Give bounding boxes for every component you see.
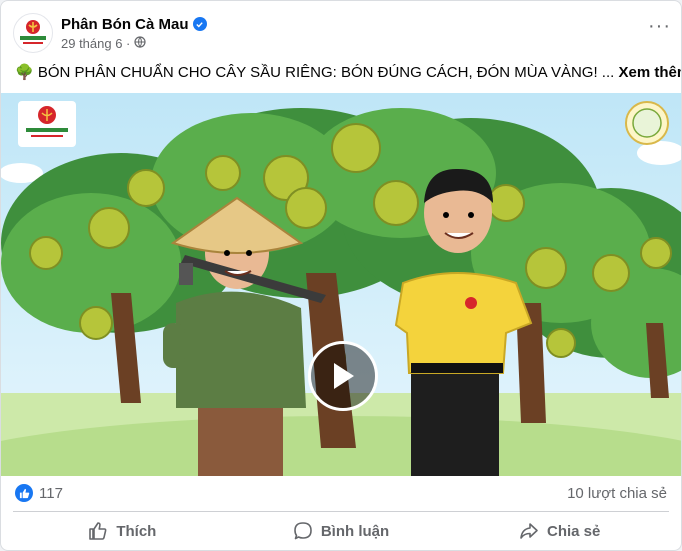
verified-icon	[192, 17, 207, 31]
post-stats: 117 10 lượt chia sẻ	[15, 481, 667, 505]
post-actions: Thích Bình luận Chia sẻ	[13, 514, 669, 548]
thumbs-up-icon	[89, 522, 107, 540]
seal-badge	[625, 101, 669, 145]
share-button[interactable]: Chia sẻ	[450, 514, 669, 548]
share-count[interactable]: 10 lượt chia sẻ	[567, 485, 667, 502]
share-icon	[520, 523, 538, 539]
comment-button-label: Bình luận	[320, 522, 390, 540]
page-avatar[interactable]	[13, 13, 53, 53]
globe-icon[interactable]	[134, 35, 146, 51]
post-card: Phân Bón Cà Mau 29 tháng 6 · ··· 🌳 BÓN P…	[0, 0, 682, 551]
page-name-row: Phân Bón Cà Mau	[61, 16, 207, 33]
post-caption: 🌳 BÓN PHÂN CHUẨN CHO CÂY SẦU RIÊNG: BÓN …	[15, 63, 681, 83]
video-brand-logo	[18, 101, 76, 147]
video-thumbnail	[1, 93, 681, 476]
post-timestamp[interactable]: 29 tháng 6 ·	[61, 36, 130, 51]
reactions-summary[interactable]: 117	[15, 484, 63, 502]
post-caption-text: 🌳 BÓN PHÂN CHUẨN CHO CÂY SẦU RIÊNG: BÓN …	[15, 64, 615, 81]
action-divider	[13, 511, 669, 512]
post-header: Phân Bón Cà Mau 29 tháng 6 ·	[13, 11, 669, 55]
comment-icon	[294, 522, 312, 540]
post-subtitle: 29 tháng 6 ·	[61, 36, 207, 51]
like-button[interactable]: Thích	[13, 514, 232, 548]
like-count: 117	[39, 484, 63, 502]
brand-logo	[20, 20, 46, 44]
like-button-label: Thích	[116, 522, 157, 540]
play-button[interactable]	[308, 341, 378, 411]
comment-button[interactable]: Bình luận	[232, 514, 451, 548]
more-options-icon[interactable]: ···	[648, 16, 671, 36]
see-more-link[interactable]: Xem thêm	[618, 64, 681, 81]
like-reaction-icon	[15, 484, 33, 502]
video-player[interactable]	[1, 93, 681, 476]
play-icon	[334, 363, 354, 389]
page-name[interactable]: Phân Bón Cà Mau	[61, 16, 189, 33]
post-meta: Phân Bón Cà Mau 29 tháng 6 ·	[61, 16, 207, 51]
share-button-label: Chia sẻ	[547, 522, 601, 540]
